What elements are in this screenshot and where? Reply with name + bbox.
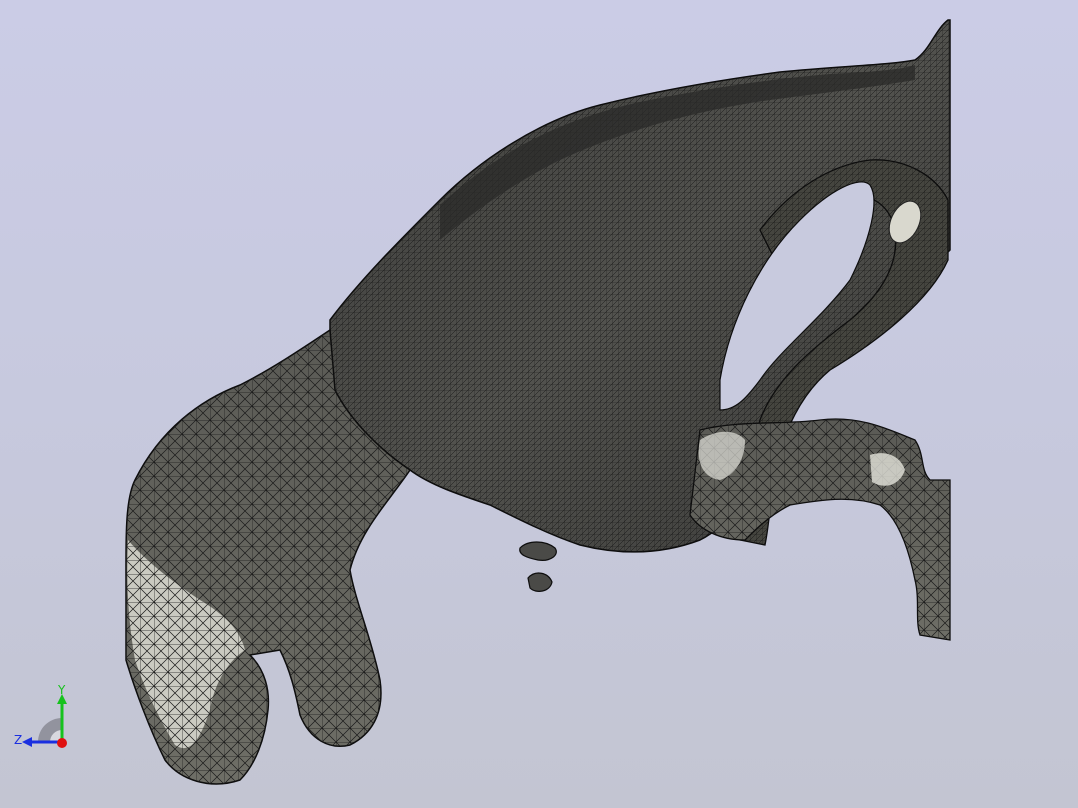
mesh-model[interactable] [0, 0, 1078, 808]
z-axis-arrow-icon [22, 737, 32, 747]
x-axis-dot-icon [57, 738, 67, 748]
3d-viewport[interactable]: Y Z [0, 0, 1078, 808]
mesh-fragment-2 [527, 572, 553, 592]
axis-triad: Y Z [14, 684, 67, 748]
z-axis-label: Z [14, 733, 22, 747]
y-axis-label: Y [57, 684, 66, 697]
mesh-fragment-1 [519, 541, 557, 561]
